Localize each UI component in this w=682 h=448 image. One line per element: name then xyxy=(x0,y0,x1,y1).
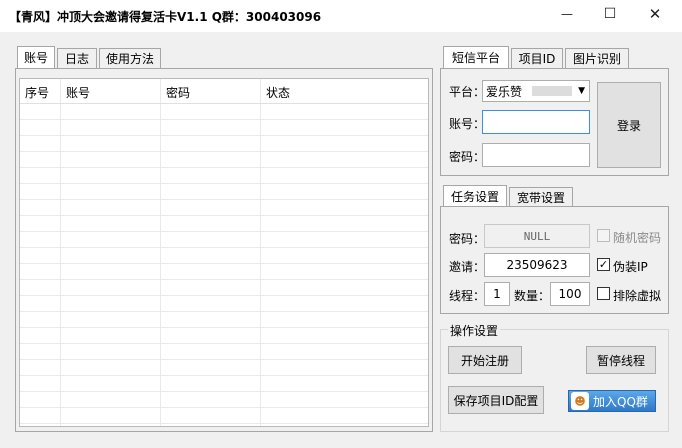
invite-input[interactable]: 23509623 xyxy=(484,253,590,277)
threads-input[interactable]: 1 xyxy=(484,282,510,306)
task-panel: 密码： NULL 随机密码 邀请： 23509623 ✓ 伪装IP 线程： 1 … xyxy=(440,206,669,314)
platform-label: 平台： xyxy=(449,85,486,99)
fake-ip-label: 伪装IP xyxy=(613,260,648,274)
operations-group xyxy=(440,329,669,432)
random-password-label: 随机密码 xyxy=(613,231,662,245)
close-button[interactable]: ✕ xyxy=(639,4,671,24)
maximize-button[interactable]: ☐ xyxy=(594,4,626,24)
exclude-virtual-label: 排除虚拟 xyxy=(613,289,662,303)
operations-group-label: 操作设置 xyxy=(448,322,501,339)
join-qq-group-label: 加入QQ群 xyxy=(593,394,648,409)
column-header-account[interactable]: 账号 xyxy=(66,84,90,101)
qq-group-icon: ☻ xyxy=(571,392,589,410)
tab-label: 短信平台 xyxy=(451,51,500,65)
pause-threads-button[interactable]: 暂停线程 xyxy=(586,346,656,374)
column-header-status[interactable]: 状态 xyxy=(266,84,290,101)
sms-panel: 平台： 爱乐赞 ▼ 账号： 密码： 登录 xyxy=(440,68,669,176)
tab-label: 使用方法 xyxy=(106,52,155,66)
start-register-button[interactable]: 开始注册 xyxy=(448,346,522,374)
close-icon: ✕ xyxy=(648,5,662,23)
tab-accounts[interactable]: 账号 xyxy=(17,46,55,68)
tab-usage[interactable]: 使用方法 xyxy=(99,48,161,68)
accounts-table[interactable]: 序号 账号 密码 状态 xyxy=(19,78,429,427)
tab-sms-platform[interactable]: 短信平台 xyxy=(443,46,509,68)
tab-label: 日志 xyxy=(64,52,89,66)
fake-ip-checkbox[interactable]: ✓ xyxy=(597,258,610,271)
exclude-virtual-checkbox[interactable] xyxy=(597,287,610,300)
save-project-id-button[interactable]: 保存项目ID配置 xyxy=(448,386,544,414)
task-password-input[interactable]: NULL xyxy=(484,224,590,248)
random-password-checkbox[interactable] xyxy=(597,229,610,242)
window-title: 【青风】冲顶大会邀请得复活卡V1.1 Q群：300403096 xyxy=(9,10,322,24)
tab-label: 账号 xyxy=(24,51,49,65)
join-qq-group-button[interactable]: ☻ 加入QQ群 xyxy=(568,390,656,412)
password-input[interactable] xyxy=(482,143,590,167)
chevron-down-icon: ▼ xyxy=(578,86,585,96)
minimize-button[interactable]: — xyxy=(551,4,583,24)
tab-label: 项目ID xyxy=(518,52,556,66)
tab-task-settings[interactable]: 任务设置 xyxy=(443,185,507,207)
tab-label: 宽带设置 xyxy=(516,191,565,205)
tab-label: 图片识别 xyxy=(572,52,621,66)
minimize-icon: — xyxy=(561,7,573,21)
platform-selected-value: 爱乐赞 xyxy=(486,84,523,99)
platform-select[interactable]: 爱乐赞 ▼ xyxy=(482,80,590,102)
tab-project-id[interactable]: 项目ID xyxy=(511,48,563,68)
tab-image-recognition[interactable]: 图片识别 xyxy=(565,48,629,68)
maximize-icon: ☐ xyxy=(603,6,617,22)
account-label: 账号： xyxy=(449,117,486,131)
tab-log[interactable]: 日志 xyxy=(57,48,97,68)
redacted-bar xyxy=(532,86,573,96)
password-label: 密码： xyxy=(449,150,486,164)
table-header: 序号 账号 密码 状态 xyxy=(20,79,428,103)
accounts-panel: 序号 账号 密码 状态 xyxy=(15,68,433,432)
column-header-password[interactable]: 密码 xyxy=(166,84,190,101)
column-header-index[interactable]: 序号 xyxy=(25,84,49,101)
check-icon: ✓ xyxy=(598,258,609,271)
tab-label: 任务设置 xyxy=(450,190,499,204)
account-input[interactable] xyxy=(482,110,590,134)
login-button[interactable]: 登录 xyxy=(597,82,661,168)
tab-broadband-settings[interactable]: 宽带设置 xyxy=(509,187,573,207)
count-label: 数量： xyxy=(514,289,551,303)
count-input[interactable]: 100 xyxy=(550,282,590,306)
task-password-label: 密码： xyxy=(449,232,486,246)
threads-label: 线程： xyxy=(449,289,486,303)
invite-label: 邀请： xyxy=(449,260,486,274)
